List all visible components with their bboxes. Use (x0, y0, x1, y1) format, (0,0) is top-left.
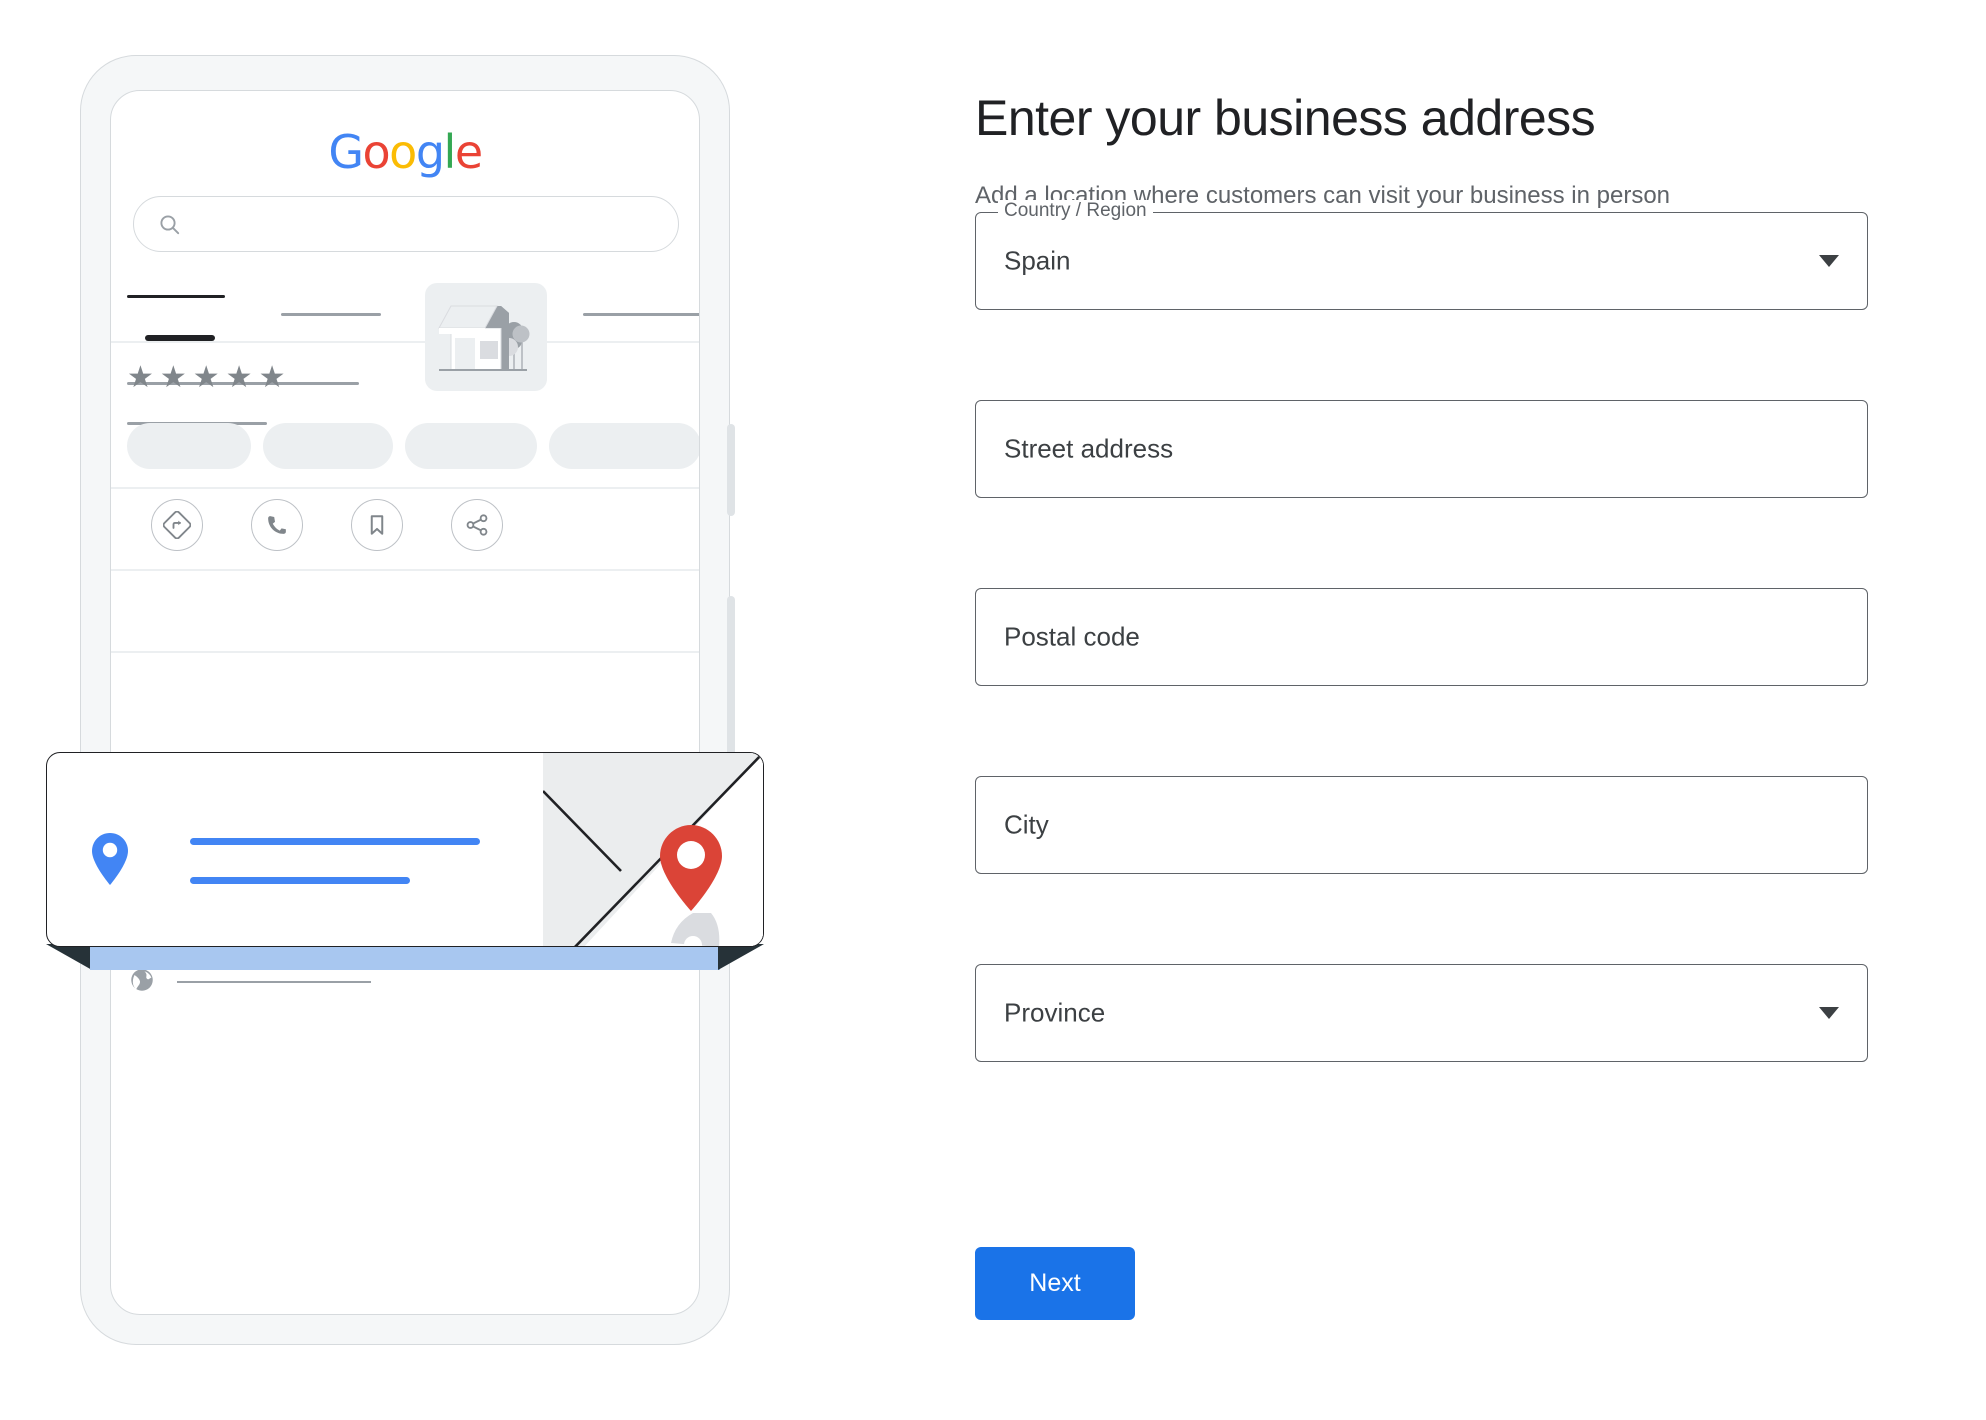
storefront-icon (438, 305, 530, 371)
location-pin-icon (92, 833, 128, 885)
bookmark-icon[interactable] (351, 499, 403, 551)
city-placeholder: City (1004, 809, 1049, 840)
country-region-select[interactable]: Country / Region Spain (975, 200, 1868, 310)
phone-screen: Google ★★★★★ (110, 90, 700, 1315)
address-line-2 (190, 877, 410, 884)
country-region-value: Spain (1004, 245, 1071, 276)
page-title: Enter your business address (975, 89, 1596, 146)
search-icon (160, 215, 180, 235)
logo-letter-G: G (328, 125, 364, 179)
ribbon-fold-left (46, 944, 92, 970)
search-bar (133, 196, 679, 252)
street-address-placeholder: Street address (1004, 433, 1174, 464)
action-pill-4[interactable] (549, 423, 699, 469)
bookmark-glyph (370, 515, 384, 535)
ribbon-fold-right (718, 944, 764, 970)
address-line-1 (190, 838, 480, 845)
directions-glyph (163, 511, 191, 539)
address-card (46, 752, 764, 947)
address-card-map (543, 753, 763, 946)
divider-1 (111, 487, 699, 489)
storefront-thumbnail (425, 283, 547, 391)
action-pill-3[interactable] (405, 423, 537, 469)
phone-side-button-volume (727, 424, 735, 516)
action-pill-2[interactable] (263, 423, 393, 469)
directions-icon[interactable] (151, 499, 203, 551)
tab-divider (111, 341, 699, 343)
action-pill-1[interactable] (127, 423, 251, 469)
call-glyph (268, 516, 286, 534)
tab-label-active (127, 295, 225, 298)
map-graphic (543, 753, 763, 946)
website-placeholder (177, 981, 371, 983)
chevron-down-icon[interactable] (1819, 255, 1839, 267)
tab-label-2 (281, 313, 381, 316)
address-form-panel: Enter your business address Add a locati… (960, 0, 1986, 1420)
tab-label-4 (583, 313, 699, 316)
logo-letter-l: l (443, 125, 457, 179)
next-button[interactable]: Next (975, 1247, 1135, 1320)
call-icon[interactable] (251, 499, 303, 551)
postal-code-input[interactable]: Postal code (975, 588, 1868, 686)
logo-letter-o1: o (362, 125, 391, 179)
postal-code-placeholder: Postal code (1004, 621, 1140, 652)
chevron-down-icon-province[interactable] (1819, 1007, 1839, 1019)
logo-letter-o2: o (389, 125, 417, 179)
google-logo: Google (111, 129, 699, 175)
province-placeholder: Province (1004, 997, 1106, 1028)
ribbon-band (90, 944, 720, 970)
country-region-label: Country / Region (998, 200, 1153, 222)
logo-letter-g: g (415, 125, 445, 179)
divider-3 (111, 651, 699, 653)
logo-letter-e: e (454, 125, 483, 179)
city-input[interactable]: City (975, 776, 1868, 874)
share-glyph (466, 514, 488, 536)
rating-stars: ★★★★★ (127, 361, 292, 394)
address-card-ribbon (46, 944, 764, 970)
phone-illustration: Google ★★★★★ (0, 0, 960, 1420)
street-address-input[interactable]: Street address (975, 400, 1868, 498)
share-icon[interactable] (451, 499, 503, 551)
province-select[interactable]: Province (975, 964, 1868, 1062)
phone-side-button-power (727, 596, 735, 764)
divider-2 (111, 569, 699, 571)
